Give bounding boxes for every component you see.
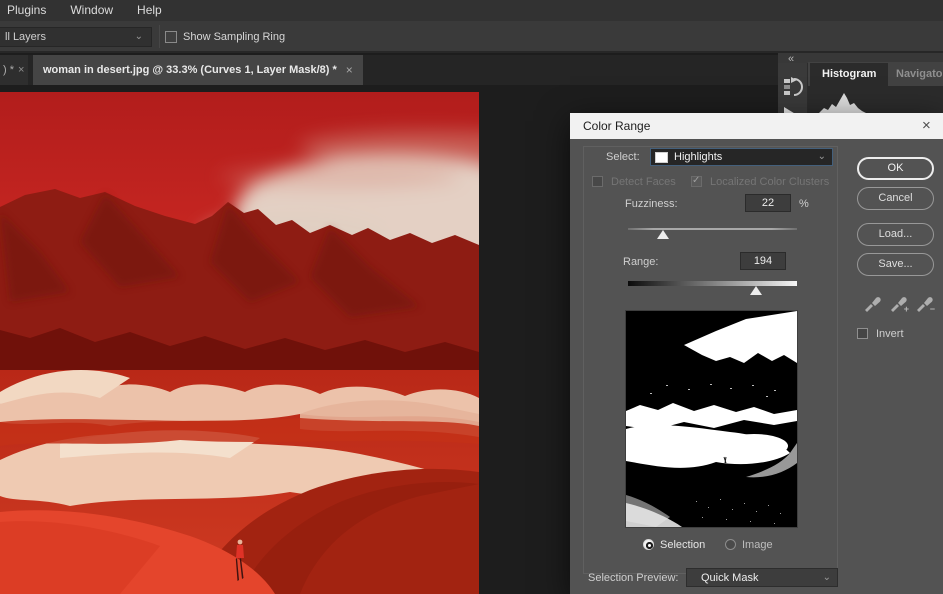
selection-preview-label: Selection Preview: <box>588 572 679 584</box>
show-sampling-ring-checkbox[interactable] <box>165 31 177 43</box>
panel-tab-bar: Histogram Navigator <box>808 62 943 86</box>
fuzziness-slider-thumb[interactable] <box>657 230 669 239</box>
close-icon[interactable]: × <box>18 64 24 76</box>
options-bar: ll Layers ⌄ Show Sampling Ring <box>0 21 943 53</box>
highlights-swatch <box>655 152 668 163</box>
color-range-dialog: Color Range × Select: Highlights ⌄ Detec… <box>570 113 943 594</box>
dialog-title-bar[interactable]: Color Range × <box>570 113 943 139</box>
history-panel-icon[interactable] <box>783 75 805 99</box>
eyedropper-plus-icon[interactable]: + <box>888 291 908 313</box>
menu-help[interactable]: Help <box>125 0 174 21</box>
document-tab-bar: ) *× woman in desert.jpg @ 33.3% (Curves… <box>0 55 778 85</box>
eyedropper-minus-icon[interactable]: − <box>914 291 934 313</box>
desert-image <box>0 92 479 594</box>
detect-faces-label: Detect Faces <box>611 176 676 188</box>
save-button[interactable]: Save... <box>857 253 934 276</box>
eyedropper-icon[interactable] <box>862 291 882 313</box>
tab-active-document[interactable]: woman in desert.jpg @ 33.3% (Curves 1, L… <box>33 55 363 85</box>
select-dropdown[interactable]: Highlights ⌄ <box>650 148 833 166</box>
chevron-down-icon: ⌄ <box>818 149 826 165</box>
fuzziness-unit: % <box>799 198 809 210</box>
localized-clusters-checkbox[interactable] <box>691 176 702 187</box>
select-value: Highlights <box>674 149 722 166</box>
load-button[interactable]: Load... <box>857 223 934 246</box>
options-separator <box>159 25 160 48</box>
image-radio[interactable] <box>725 539 736 550</box>
close-icon[interactable]: × <box>346 55 353 85</box>
menu-bar: Plugins Window Help <box>0 0 943 21</box>
document-canvas-image[interactable] <box>0 92 479 594</box>
image-radio-label: Image <box>742 539 773 551</box>
selection-radio-label: Selection <box>660 539 705 551</box>
fuzziness-input[interactable]: 22 <box>745 194 791 212</box>
cancel-button[interactable]: Cancel <box>857 187 934 210</box>
detect-faces-checkbox[interactable] <box>592 176 603 187</box>
menu-plugins[interactable]: Plugins <box>0 0 58 21</box>
tab-histogram[interactable]: Histogram <box>810 63 888 86</box>
tab-partial-document[interactable]: ) *× <box>0 55 28 85</box>
mask-preview-image <box>626 311 797 527</box>
show-sampling-ring-label: Show Sampling Ring <box>183 31 285 43</box>
range-input[interactable]: 194 <box>740 252 786 270</box>
tab-navigator[interactable]: Navigator <box>884 63 943 86</box>
sample-layers-value: ll Layers <box>5 31 46 43</box>
range-label: Range: <box>623 256 658 268</box>
photoshop-window: Plugins Window Help ll Layers ⌄ Show Sam… <box>0 0 943 594</box>
selection-preview-dropdown[interactable]: Quick Mask ⌄ <box>686 568 838 587</box>
range-slider-track[interactable] <box>628 281 797 286</box>
fuzziness-label: Fuzziness: <box>625 198 678 210</box>
invert-label: Invert <box>876 328 904 340</box>
ok-button[interactable]: OK <box>857 157 934 180</box>
selection-preview-value: Quick Mask <box>701 569 758 587</box>
select-label: Select: <box>606 151 640 163</box>
localized-clusters-label: Localized Color Clusters <box>710 176 829 188</box>
dialog-title: Color Range <box>583 113 650 139</box>
selection-radio[interactable] <box>643 539 654 550</box>
range-slider-thumb[interactable] <box>750 286 762 295</box>
sample-layers-dropdown[interactable]: ll Layers ⌄ <box>0 27 152 47</box>
fuzziness-slider-track[interactable] <box>628 228 797 230</box>
chevron-down-icon: ⌄ <box>823 569 831 587</box>
selection-preview-thumbnail[interactable] <box>625 310 798 528</box>
close-icon[interactable]: × <box>922 113 931 139</box>
chevron-down-icon: ⌄ <box>135 28 143 46</box>
invert-checkbox[interactable] <box>857 328 868 339</box>
active-document-title: woman in desert.jpg @ 33.3% (Curves 1, L… <box>43 55 337 85</box>
menu-window[interactable]: Window <box>58 0 125 21</box>
